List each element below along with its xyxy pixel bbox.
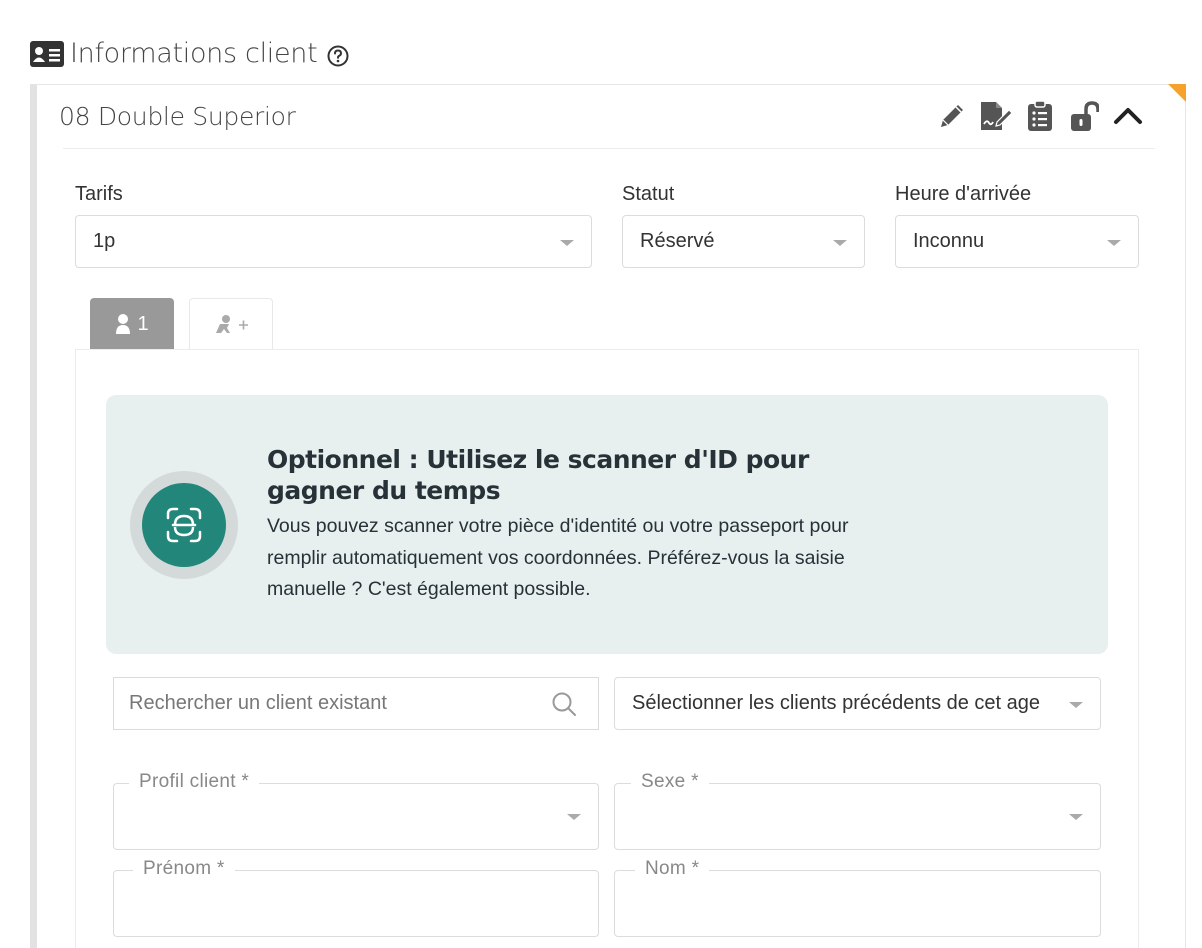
chevron-down-icon bbox=[833, 240, 847, 246]
id-scanner-banner[interactable]: Optionnel : Utilisez le scanner d'ID pou… bbox=[106, 395, 1108, 654]
notes-button[interactable] bbox=[1023, 99, 1057, 133]
id-card-icon bbox=[30, 40, 64, 67]
signature-button[interactable] bbox=[979, 99, 1013, 133]
pencil-icon bbox=[941, 105, 963, 127]
collapse-button[interactable] bbox=[1111, 99, 1145, 133]
unlock-icon bbox=[1071, 101, 1099, 131]
search-icon[interactable] bbox=[551, 691, 577, 717]
corner-flag bbox=[1168, 84, 1186, 102]
tarifs-label: Tarifs bbox=[75, 183, 123, 205]
sexe-select[interactable]: Sexe * bbox=[614, 771, 1101, 850]
guest-panel: Optionnel : Utilisez le scanner d'ID pou… bbox=[75, 349, 1139, 948]
page-header: Informations client bbox=[30, 38, 349, 69]
statut-select[interactable]: Réservé bbox=[622, 215, 865, 268]
tab-guest-1[interactable]: 1 bbox=[90, 298, 174, 350]
scanner-description: Vous pouvez scanner votre pièce d'identi… bbox=[267, 515, 849, 600]
nom-field[interactable]: Nom * bbox=[614, 858, 1101, 937]
clipboard-list-icon bbox=[1028, 100, 1052, 131]
tarifs-value: 1p bbox=[93, 230, 116, 252]
file-signature-icon bbox=[981, 102, 1013, 130]
arrival-select[interactable]: Inconnu bbox=[895, 215, 1139, 268]
chevron-up-icon bbox=[1114, 108, 1142, 124]
chevron-down-icon bbox=[567, 814, 581, 820]
add-child-icon bbox=[216, 314, 248, 333]
profile-select[interactable]: Profil client * bbox=[113, 771, 599, 850]
chevron-down-icon bbox=[1069, 814, 1083, 820]
edit-button[interactable] bbox=[935, 99, 969, 133]
chevron-down-icon bbox=[560, 240, 574, 246]
tab-guest-label: 1 bbox=[137, 312, 149, 335]
room-toolbar bbox=[935, 99, 1145, 133]
prenom-label: Prénom * bbox=[133, 858, 235, 880]
chevron-down-icon bbox=[1107, 240, 1121, 246]
arrival-value: Inconnu bbox=[913, 230, 985, 252]
room-title: 08 Double Superior bbox=[59, 102, 296, 131]
chevron-down-icon bbox=[1069, 702, 1083, 708]
page-title: Informations client bbox=[70, 38, 318, 69]
tab-add-guest[interactable] bbox=[189, 298, 273, 350]
nom-label: Nom * bbox=[635, 858, 710, 880]
scanner-title: Optionnel : Utilisez le scanner d'ID pou… bbox=[267, 445, 809, 505]
user-icon bbox=[116, 314, 131, 334]
client-search-input[interactable] bbox=[113, 677, 599, 730]
statut-value: Réservé bbox=[640, 230, 715, 252]
sexe-label: Sexe * bbox=[631, 771, 709, 793]
id-scan-icon bbox=[166, 507, 202, 543]
room-divider bbox=[63, 148, 1155, 149]
help-icon[interactable] bbox=[327, 45, 349, 67]
previous-clients-select[interactable]: Sélectionner les clients précédents de c… bbox=[614, 677, 1101, 730]
statut-label: Statut bbox=[622, 183, 675, 205]
scan-button[interactable] bbox=[130, 471, 238, 579]
prenom-field[interactable]: Prénom * bbox=[113, 858, 599, 937]
previous-clients-value: Sélectionner les clients précédents de c… bbox=[632, 692, 1041, 714]
room-card: 08 Double Superior Tarifs 1p Statut Rése… bbox=[30, 84, 1186, 948]
unlock-button[interactable] bbox=[1067, 99, 1101, 133]
arrival-label: Heure d'arrivée bbox=[895, 183, 1032, 205]
tarifs-select[interactable]: 1p bbox=[75, 215, 592, 268]
profile-label: Profil client * bbox=[129, 771, 260, 793]
